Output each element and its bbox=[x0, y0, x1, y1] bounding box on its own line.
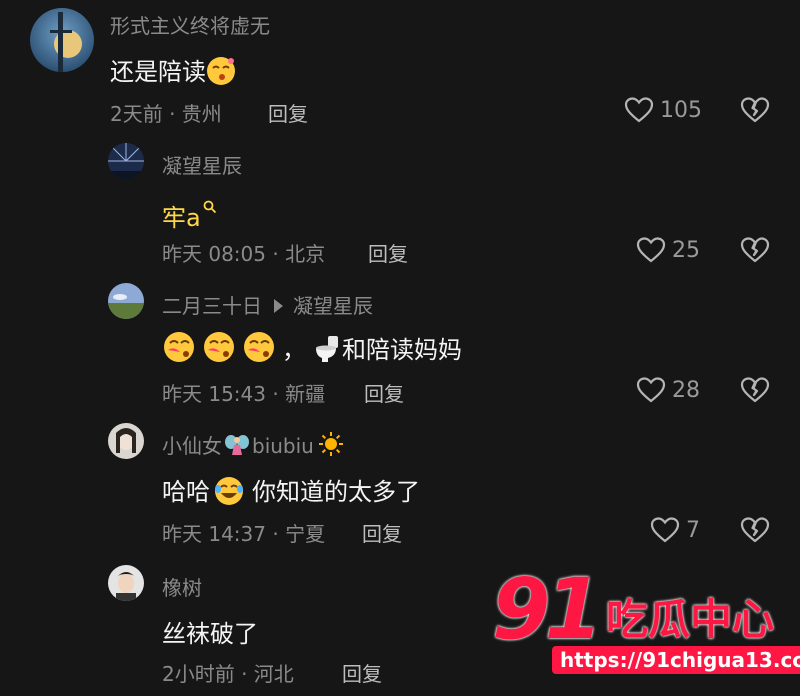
reply-button[interactable]: 回复 bbox=[268, 98, 308, 127]
comment-text-content[interactable]: 牢a bbox=[162, 204, 201, 232]
username-text[interactable]: 二月三十日 bbox=[162, 294, 262, 318]
heart-outline-icon bbox=[624, 96, 654, 124]
avatar[interactable] bbox=[30, 8, 94, 72]
sun-emoji-icon bbox=[318, 431, 344, 462]
like-count: 28 bbox=[672, 377, 700, 403]
comment-text: 哈哈 你知道的太多了 bbox=[162, 472, 420, 507]
comment-meta: 2天前 · 贵州 bbox=[110, 102, 222, 126]
avatar[interactable] bbox=[108, 565, 144, 601]
broken-heart-icon bbox=[740, 376, 770, 404]
broken-heart-icon bbox=[740, 516, 770, 544]
like-count: 7 bbox=[686, 517, 700, 543]
fairy-emoji-icon bbox=[224, 433, 250, 462]
heart-outline-icon bbox=[650, 516, 680, 544]
comment-text-content: 哈哈 bbox=[162, 478, 210, 506]
username-text[interactable]: 小仙女 bbox=[162, 434, 222, 458]
avatar[interactable] bbox=[108, 143, 144, 179]
comment-text: ， 和陪读妈妈 bbox=[162, 330, 462, 365]
comment-text: 丝袜破了 bbox=[162, 620, 258, 648]
broken-heart-icon bbox=[740, 96, 770, 124]
comment-text: 牢a bbox=[162, 192, 217, 233]
tears-of-joy-emoji-icon bbox=[214, 476, 244, 506]
watermark-logo: 91 bbox=[492, 560, 603, 658]
comment-text-content: 还是陪读 bbox=[110, 58, 206, 86]
username: 小仙女 biubiu bbox=[162, 430, 344, 462]
comment-text: 还是陪读 bbox=[110, 52, 236, 87]
like-count: 105 bbox=[660, 97, 702, 123]
comment-comma: ， bbox=[282, 336, 306, 364]
username[interactable]: 橡树 bbox=[162, 572, 202, 601]
search-icon[interactable] bbox=[203, 192, 217, 220]
like-button[interactable]: 25 bbox=[636, 236, 700, 264]
comment-meta: 2小时前 · 河北 bbox=[162, 662, 294, 686]
comment-meta: 昨天 14:37 · 宁夏 bbox=[162, 522, 326, 546]
comment-meta: 昨天 08:05 · 北京 bbox=[162, 242, 326, 266]
comment-text-content: 你知道的太多了 bbox=[252, 478, 420, 506]
dislike-button[interactable] bbox=[740, 236, 770, 264]
heart-outline-icon bbox=[636, 236, 666, 264]
comment-text-content: 和陪读妈妈 bbox=[342, 336, 462, 364]
username: 二月三十日 凝望星辰 bbox=[162, 290, 373, 319]
broken-heart-icon bbox=[740, 236, 770, 264]
username[interactable]: 形式主义终将虚无 bbox=[110, 10, 270, 39]
avatar[interactable] bbox=[108, 283, 144, 319]
toilet-emoji-icon bbox=[310, 332, 342, 364]
reply-button[interactable]: 回复 bbox=[364, 378, 404, 407]
like-button[interactable]: 105 bbox=[624, 96, 702, 124]
drooling-face-emoji-icon bbox=[242, 330, 276, 364]
heart-outline-icon bbox=[636, 376, 666, 404]
username-text-tail[interactable]: biubiu bbox=[252, 434, 314, 458]
like-count: 25 bbox=[672, 237, 700, 263]
watermark-name: 吃瓜中心 bbox=[606, 595, 775, 644]
comment-meta: 昨天 15:43 · 新疆 bbox=[162, 382, 326, 406]
dislike-button[interactable] bbox=[740, 516, 770, 544]
like-button[interactable]: 7 bbox=[650, 516, 700, 544]
watermark-url: https://91chigua13.com bbox=[552, 646, 800, 674]
drooling-face-emoji-icon bbox=[202, 330, 236, 364]
like-button[interactable]: 28 bbox=[636, 376, 700, 404]
reply-button[interactable]: 回复 bbox=[368, 238, 408, 267]
kissing-face-emoji-icon bbox=[206, 56, 236, 86]
dislike-button[interactable] bbox=[740, 376, 770, 404]
watermark: 91 吃瓜中心 https://91chigua13.com bbox=[488, 560, 800, 680]
avatar[interactable] bbox=[108, 423, 144, 459]
drooling-face-emoji-icon bbox=[162, 330, 196, 364]
reply-button[interactable]: 回复 bbox=[362, 518, 402, 547]
username[interactable]: 凝望星辰 bbox=[162, 150, 242, 179]
reply-to-username[interactable]: 凝望星辰 bbox=[293, 294, 373, 318]
dislike-button[interactable] bbox=[740, 96, 770, 124]
reply-button[interactable]: 回复 bbox=[342, 658, 382, 687]
reply-arrow-icon bbox=[274, 299, 283, 313]
